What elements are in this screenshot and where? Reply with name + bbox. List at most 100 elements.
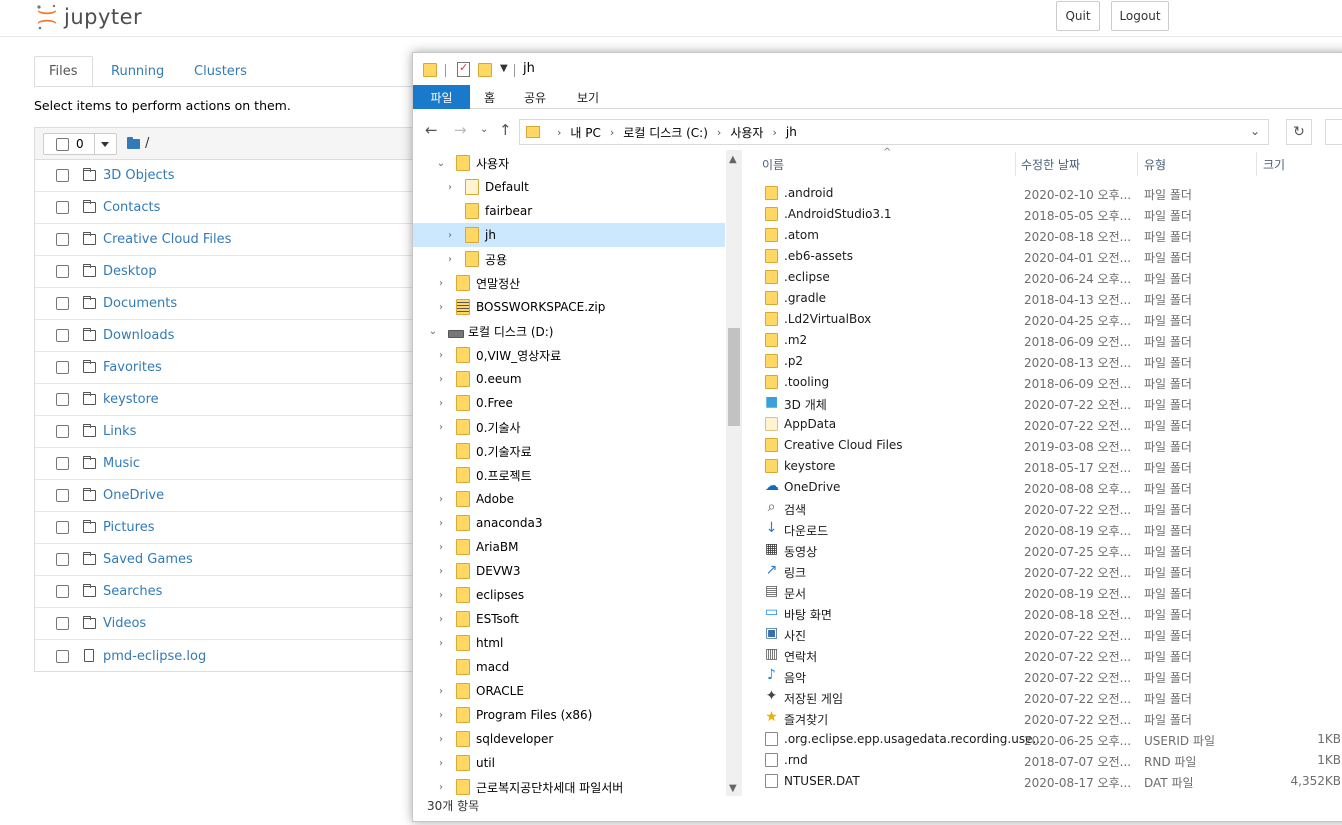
row-checkbox[interactable] [56, 617, 69, 630]
file-row[interactable]: ★ 즐겨찾기 2020-07-22 오전... 파일 폴더 [753, 708, 1342, 729]
back-arrow-icon[interactable]: ← [425, 121, 438, 139]
chevron-right-icon[interactable]: › [445, 254, 455, 265]
chevron-right-icon[interactable]: › [436, 350, 446, 361]
column-header-name[interactable]: 이름 [762, 156, 784, 173]
tab-running[interactable]: Running [97, 56, 178, 87]
item-link[interactable]: Creative Cloud Files [103, 232, 231, 247]
file-row[interactable]: ↗ 링크 2020-07-22 오전... 파일 폴더 [753, 561, 1342, 582]
tree-item[interactable]: › ESTsoft [413, 607, 725, 631]
chevron-right-icon[interactable]: › [436, 374, 446, 385]
chevron-right-icon[interactable]: › [436, 758, 446, 769]
jupyter-logo[interactable]: jupyter [36, 2, 142, 32]
file-row[interactable]: Creative Cloud Files 2019-03-08 오전... 파일 폴… [753, 435, 1342, 456]
tree-item[interactable]: › Default [413, 175, 725, 199]
quick-access-dropdown-icon[interactable]: ▼ [500, 63, 508, 74]
quit-button[interactable]: Quit [1056, 1, 1100, 31]
item-link[interactable]: OneDrive [103, 488, 164, 503]
scrollbar-thumb[interactable] [728, 328, 740, 426]
list-item[interactable]: Favorites [35, 352, 412, 384]
file-row[interactable]: .AndroidStudio3.1 2018-05-05 오후... 파일 폴더 [753, 204, 1342, 225]
tree-item[interactable]: › sqldeveloper [413, 727, 725, 751]
row-checkbox[interactable] [56, 297, 69, 310]
breadcrumb-path[interactable]: / [145, 136, 149, 151]
chevron-right-icon[interactable]: › [436, 686, 446, 697]
address-crumb-drive-c[interactable]: 로컬 디스크 (C:) [623, 124, 708, 141]
search-input[interactable] [1325, 119, 1342, 145]
list-item[interactable]: Desktop [35, 256, 412, 288]
tree-item[interactable]: 0.기술자료 [413, 439, 725, 463]
list-item[interactable]: Pictures [35, 512, 412, 544]
list-item[interactable]: pmd-eclipse.log [35, 640, 412, 672]
chevron-right-icon[interactable]: › [436, 302, 446, 313]
logout-button[interactable]: Logout [1111, 1, 1169, 31]
tree-item[interactable]: › 0.기술사 [413, 415, 725, 439]
list-item[interactable]: OneDrive [35, 480, 412, 512]
list-item[interactable]: Music [35, 448, 412, 480]
chevron-right-icon[interactable]: › [436, 710, 446, 721]
list-item[interactable]: Links [35, 416, 412, 448]
list-item[interactable]: Contacts [35, 192, 412, 224]
file-row[interactable]: ✦ 저장된 게임 2020-07-22 오전... 파일 폴더 [753, 687, 1342, 708]
file-row[interactable]: .m2 2018-06-09 오전... 파일 폴더 [753, 330, 1342, 351]
file-row[interactable]: .gradle 2018-04-13 오전... 파일 폴더 [753, 288, 1342, 309]
tree-item[interactable]: › ORACLE [413, 679, 725, 703]
file-row[interactable]: ■ 3D 개체 2020-07-22 오전... 파일 폴더 [753, 393, 1342, 414]
row-checkbox[interactable] [56, 233, 69, 246]
file-row[interactable]: .Ld2VirtualBox 2020-04-25 오후... 파일 폴더 [753, 309, 1342, 330]
file-row[interactable]: .android 2020-02-10 오후... 파일 폴더 [753, 183, 1342, 204]
tree-item[interactable]: fairbear [413, 199, 725, 223]
row-checkbox[interactable] [56, 521, 69, 534]
navigation-pane-scrollbar[interactable]: ▲ ▼ [726, 150, 742, 796]
breadcrumb[interactable]: / [127, 136, 149, 151]
chevron-down-icon[interactable]: ⌄ [436, 158, 446, 169]
refresh-icon[interactable]: ↻ [1286, 119, 1312, 145]
tree-item[interactable]: › util [413, 751, 725, 775]
item-link[interactable]: Favorites [103, 360, 162, 375]
tree-item[interactable]: › AriaBM [413, 535, 725, 559]
chevron-down-icon[interactable]: ⌄ [428, 326, 438, 337]
new-folder-icon[interactable] [478, 63, 492, 77]
item-link[interactable]: Links [103, 424, 136, 439]
address-crumb-users[interactable]: 사용자 [730, 124, 763, 141]
file-row[interactable]: ☁ OneDrive 2020-08-08 오후... 파일 폴더 [753, 477, 1342, 498]
chevron-right-icon[interactable]: › [436, 614, 446, 625]
file-row[interactable]: .p2 2020-08-13 오전... 파일 폴더 [753, 351, 1342, 372]
file-row[interactable]: ▦ 동영상 2020-07-25 오후... 파일 폴더 [753, 540, 1342, 561]
row-checkbox[interactable] [56, 649, 69, 663]
file-row[interactable]: ▣ 사진 2020-07-22 오전... 파일 폴더 [753, 624, 1342, 645]
tree-item[interactable]: 0.프로젝트 [413, 463, 725, 487]
row-checkbox[interactable] [56, 489, 69, 502]
row-checkbox[interactable] [56, 393, 69, 406]
chevron-down-icon[interactable]: ⌄ [1250, 124, 1260, 138]
tree-item[interactable]: › Adobe [413, 487, 725, 511]
file-row[interactable]: AppData 2020-07-22 오전... 파일 폴더 [753, 414, 1342, 435]
tree-item[interactable]: › anaconda3 [413, 511, 725, 535]
tree-item[interactable]: › DEVW3 [413, 559, 725, 583]
file-row[interactable]: .org.eclipse.epp.usagedata.recording.use… [753, 729, 1342, 750]
tree-item[interactable]: › jh [413, 223, 725, 247]
chevron-right-icon[interactable]: › [436, 422, 446, 433]
item-link[interactable]: Desktop [103, 264, 157, 279]
tree-item[interactable]: › BOSSWORKSPACE.zip [413, 295, 725, 319]
column-header-date[interactable]: 수정한 날짜 [1021, 156, 1080, 173]
select-all-dropdown[interactable]: 0 [43, 133, 117, 155]
tree-item[interactable]: › 공용 [413, 247, 725, 271]
item-link[interactable]: Music [103, 456, 140, 471]
file-row[interactable]: ▥ 연락처 2020-07-22 오전... 파일 폴더 [753, 645, 1342, 666]
chevron-right-icon[interactable]: › [445, 230, 455, 241]
tree-item[interactable]: › 연말정산 [413, 271, 725, 295]
caret-down-icon[interactable] [101, 142, 109, 147]
chevron-right-icon[interactable]: › [557, 126, 561, 139]
row-checkbox[interactable] [56, 585, 69, 598]
file-row[interactable]: ⌕ 검색 2020-07-22 오전... 파일 폴더 [753, 498, 1342, 519]
tree-item[interactable]: ⌄ 사용자 [413, 151, 725, 175]
item-link[interactable]: Contacts [103, 200, 160, 215]
item-link[interactable]: Saved Games [103, 552, 193, 567]
tree-item[interactable]: › 근로복지공단차세대 파일서버 [413, 775, 725, 796]
address-bar[interactable]: › 내 PC › 로컬 디스크 (C:) › 사용자 › jh ⌄ [519, 119, 1269, 145]
address-crumb-jh[interactable]: jh [786, 125, 797, 139]
item-link[interactable]: Videos [103, 616, 146, 631]
scroll-down-icon[interactable]: ▼ [729, 783, 737, 794]
ribbon-tab-share[interactable]: 공유 [524, 85, 546, 109]
row-checkbox[interactable] [56, 169, 69, 182]
